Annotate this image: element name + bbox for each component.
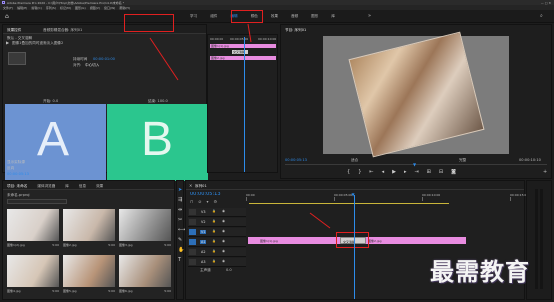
watermark: 最需教育 [430,257,530,286]
